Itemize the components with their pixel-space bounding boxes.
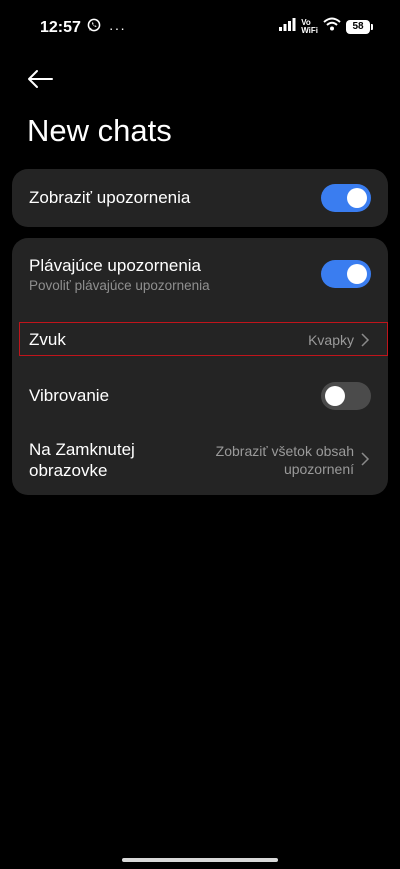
- lock-screen-value-line2: upozornení: [283, 461, 354, 477]
- vibration-label: Vibrovanie: [29, 386, 110, 405]
- show-notifications-label: Zobraziť upozornenia: [29, 188, 191, 207]
- status-left: 12:57 ···: [40, 18, 126, 37]
- show-notifications-row[interactable]: Zobraziť upozornenia: [12, 169, 388, 227]
- floating-notifications-label: Plávajúce upozornenia: [29, 256, 202, 275]
- settings-card-options: Plávajúce upozornenia Povoliť plávajúce …: [12, 238, 388, 495]
- lock-screen-label-line2: obrazovke: [29, 461, 108, 480]
- status-time: 12:57: [40, 18, 81, 36]
- whatsapp-icon: [87, 18, 101, 37]
- vibration-row[interactable]: Vibrovanie: [12, 376, 388, 416]
- sound-row[interactable]: Zvuk Kvapky: [12, 323, 388, 357]
- back-button[interactable]: [27, 66, 57, 92]
- floating-notifications-subtitle: Povoliť plávajúce upozornenia: [29, 278, 210, 293]
- toggle-knob: [347, 264, 367, 284]
- lock-screen-row[interactable]: Na Zamknutej obrazovke Zobraziť všetok o…: [12, 434, 388, 482]
- home-indicator[interactable]: [122, 858, 278, 862]
- page-title: New chats: [27, 113, 172, 148]
- floating-notifications-row[interactable]: Plávajúce upozornenia Povoliť plávajúce …: [12, 238, 388, 306]
- settings-card-main: Zobraziť upozornenia: [12, 169, 388, 227]
- back-arrow-icon: [28, 70, 53, 88]
- vowifi-indicator: Vo WiFi: [301, 18, 318, 35]
- vibration-toggle[interactable]: [321, 382, 371, 410]
- wifi-icon: [323, 17, 341, 36]
- lock-screen-label-line1: Na Zamknutej: [29, 440, 135, 459]
- toggle-knob: [325, 386, 345, 406]
- sound-label: Zvuk: [29, 330, 66, 349]
- more-notifications-icon: ···: [108, 19, 126, 36]
- status-right: Vo WiFi 58: [279, 17, 373, 36]
- sound-value: Kvapky: [308, 332, 354, 348]
- lock-screen-value-line1: Zobraziť všetok obsah: [215, 443, 354, 459]
- status-bar: 12:57 ··· Vo WiFi 58: [0, 0, 400, 58]
- toggle-knob: [347, 188, 367, 208]
- signal-icon: [279, 17, 296, 36]
- vowifi-line2: WiFi: [301, 25, 318, 35]
- battery-icon: 58: [346, 19, 373, 34]
- floating-notifications-toggle[interactable]: [321, 260, 371, 288]
- chevron-right-icon: [361, 333, 370, 347]
- show-notifications-toggle[interactable]: [321, 184, 371, 212]
- chevron-right-icon: [361, 452, 370, 466]
